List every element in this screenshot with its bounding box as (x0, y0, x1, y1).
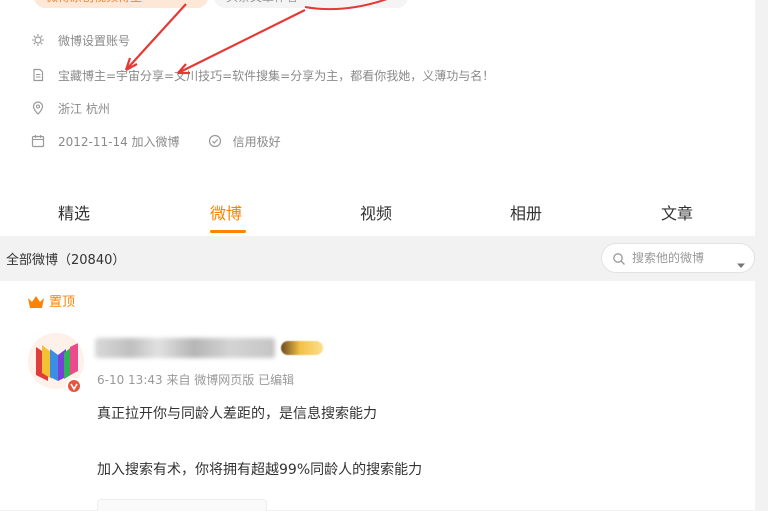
tab-weibo[interactable]: 微博 (210, 200, 242, 224)
feed-title: 全部微博（20840） (6, 253, 126, 268)
pinned-label: 置顶 (27, 291, 75, 310)
post-edited-label[interactable]: 已编辑 (258, 373, 294, 387)
info-row-joined: 2012-11-14 加入微博 信用极好 (31, 131, 281, 151)
post-text-line-2: 加入搜索有术，你将拥有超越99%同龄人的搜索能力 (97, 462, 423, 478)
document-icon (31, 68, 45, 82)
tab-video[interactable]: 视频 (360, 200, 392, 224)
calendar-icon (31, 134, 45, 148)
profile-card: 微博原创视频博主 头条文章作者 微博设置账号 宝藏博主=宇宙分享=文川技巧=软件… (0, 0, 755, 236)
tab-featured[interactable]: 精选 (58, 200, 90, 224)
joined-text: 2012-11-14 加入微博 (58, 134, 180, 149)
credit-rating[interactable]: 信用极好 (208, 133, 281, 150)
post-text-line-1: 真正拉开你与同龄人差距的，是信息搜索能力 (97, 406, 377, 422)
verified-badge-icon (66, 378, 82, 394)
tab-album[interactable]: 相册 (510, 200, 542, 224)
profile-tag-right[interactable]: 头条文章作者 (214, 0, 408, 8)
bio-text: 宝藏博主=宇宙分享=文川技巧=软件搜集=分享为主，都看你我她，义薄功与名！ (58, 68, 495, 83)
post-meta: 6-10 13:43 来自 微博网页版 已编辑 (97, 371, 294, 388)
credit-text: 信用极好 (232, 134, 281, 149)
post-meta-source: 6-10 13:43 来自 微博网页版 (97, 373, 255, 387)
profile-tabs: 精选 微博 视频 相册 文章 (0, 196, 755, 236)
tab-articles[interactable]: 文章 (661, 200, 693, 224)
sun-icon (31, 33, 45, 47)
info-row-location: 浙江 杭州 (31, 98, 110, 118)
chevron-down-icon[interactable] (736, 255, 746, 268)
post-search-box[interactable] (601, 243, 755, 273)
post-card-preview[interactable] (97, 499, 267, 511)
profile-tag-left[interactable]: 微博原创视频博主 (34, 0, 208, 8)
vip-badge-icon (281, 341, 323, 355)
location-text: 浙江 杭州 (58, 101, 110, 116)
pinned-text: 置顶 (49, 295, 76, 310)
location-icon (31, 101, 45, 115)
search-input[interactable] (632, 249, 728, 267)
info-row-account: 微博设置账号 (31, 30, 130, 50)
crown-icon (27, 294, 45, 308)
username-redacted[interactable] (95, 338, 275, 358)
active-tab-indicator (210, 230, 246, 233)
credit-icon (208, 134, 222, 148)
account-text: 微博设置账号 (58, 33, 131, 48)
pinned-post: 置顶 6-10 13:43 来自 微博网页版 已编辑 真正拉开你与同龄人差距的，… (0, 281, 755, 511)
info-row-bio: 宝藏博主=宇宙分享=文川技巧=软件搜集=分享为主，都看你我她，义薄功与名！ (31, 65, 494, 85)
search-icon (612, 251, 626, 265)
